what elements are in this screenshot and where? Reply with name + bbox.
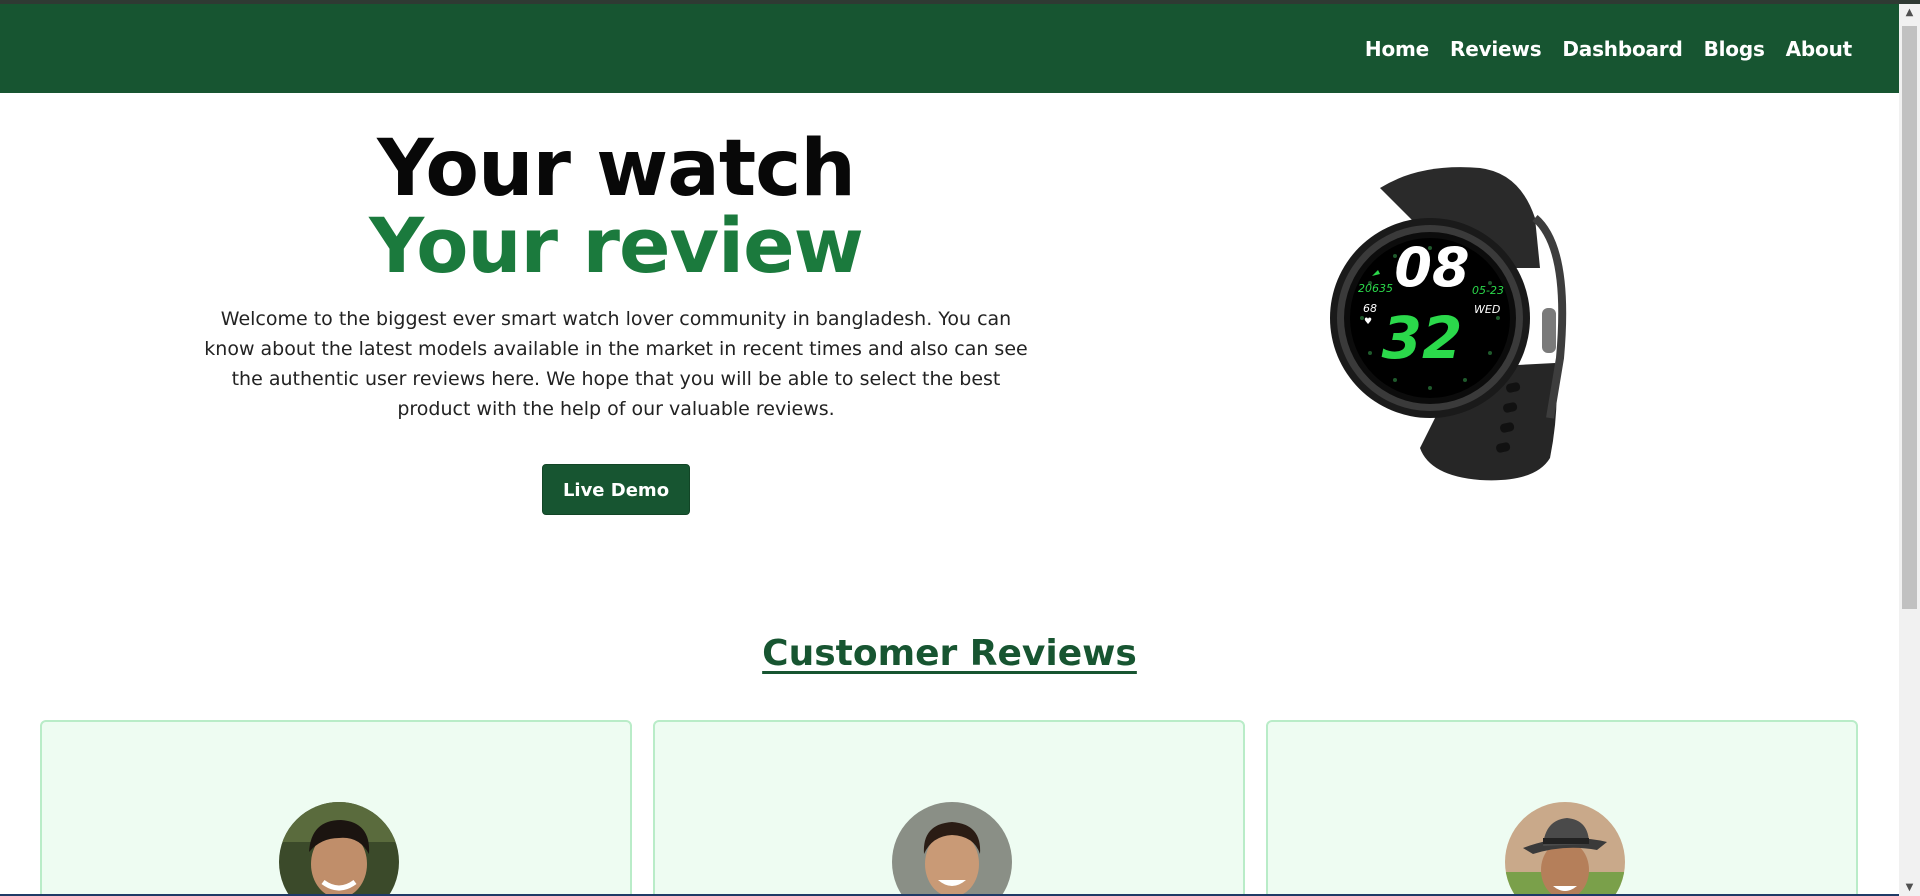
nav-reviews-link[interactable]: Reviews [1450, 37, 1542, 61]
watch-heart-rate: 68 [1363, 302, 1377, 315]
nav-blogs-link[interactable]: Blogs [1704, 37, 1765, 61]
avatar [1505, 802, 1625, 896]
hero-title-line1: Your watch [377, 124, 856, 214]
review-card [1266, 720, 1858, 896]
smartwatch-illustration: 08 32 20635 05-23 WED 68 ♥ [1330, 167, 1567, 481]
scroll-up-arrow-icon[interactable]: ▲ [1899, 4, 1920, 21]
watch-day: WED [1474, 303, 1500, 316]
avatar [892, 802, 1012, 896]
review-card [653, 720, 1245, 896]
hero-title-line2: Your review [369, 201, 864, 290]
vertical-scrollbar[interactable]: ▲ ▼ [1899, 4, 1920, 896]
customer-reviews-heading: Customer Reviews [762, 633, 1137, 674]
navbar: Home Reviews Dashboard Blogs About [0, 4, 1899, 93]
live-demo-button[interactable]: Live Demo [541, 464, 691, 515]
avatar [279, 802, 399, 896]
nav-home-link[interactable]: Home [1365, 37, 1429, 61]
scrollbar-thumb[interactable] [1902, 26, 1917, 609]
watch-steps: 20635 [1358, 282, 1393, 295]
smartwatch-image: 08 32 20635 05-23 WED 68 ♥ [1310, 158, 1590, 488]
scroll-down-arrow-icon[interactable]: ▼ [1899, 879, 1920, 896]
hero-section: Your watch Your review Welcome to the bi… [196, 130, 1036, 515]
watch-hour: 08 [1394, 236, 1469, 299]
nav-dashboard-link[interactable]: Dashboard [1562, 37, 1682, 61]
watch-minute: 32 [1382, 304, 1463, 372]
nav-about-link[interactable]: About [1786, 37, 1853, 61]
heart-icon: ♥ [1364, 317, 1372, 327]
review-card [40, 720, 632, 896]
watch-date: 05-23 [1472, 284, 1504, 297]
hero-description: Welcome to the biggest ever smart watch … [204, 308, 1028, 420]
